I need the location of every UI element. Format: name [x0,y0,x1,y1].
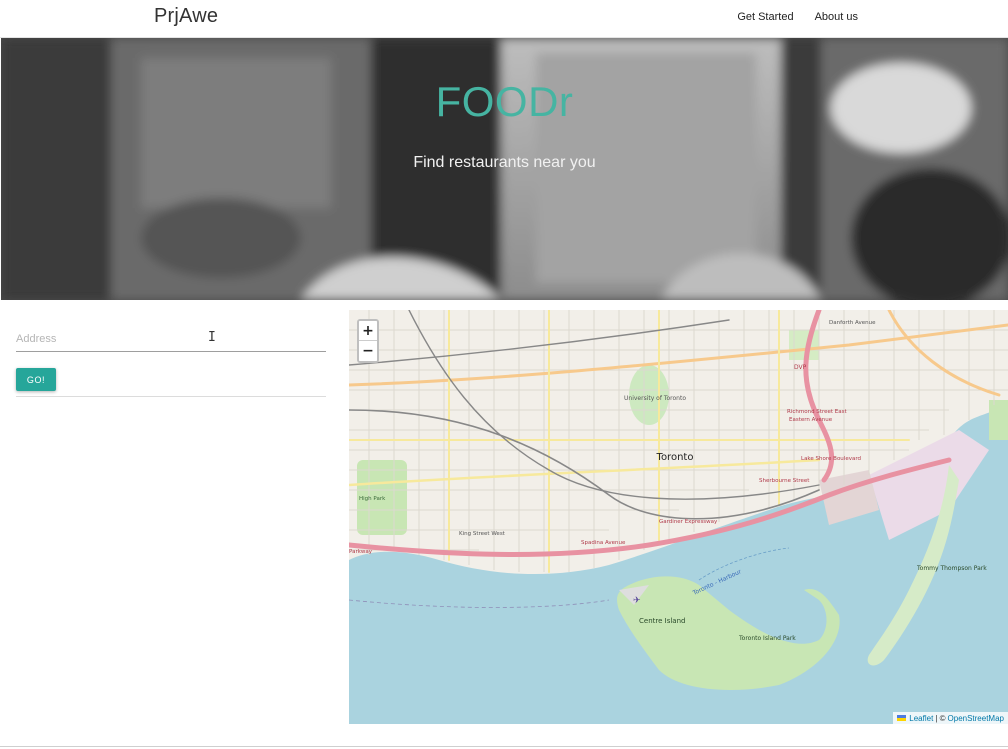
zoom-in-button[interactable]: + [359,321,377,341]
map-label-sherbourne: Sherbourne Street [759,478,810,484]
map-label-toronto: Toronto [656,452,694,463]
map-label-kingwest: King Street West [459,531,506,537]
map-label-university: University of Toronto [624,395,686,402]
map-label-harbour: Toronto - Harbour [691,568,743,597]
brand-logo[interactable]: PrjAwe [154,5,218,28]
map-label-tommy-thompson: Tommy Thompson Park [916,565,987,572]
map-attribution: Leaflet | © OpenStreetMap [893,712,1008,724]
navbar: PrjAwe Get Started About us [0,0,1008,38]
map-label-gardiner: Gardiner Expressway [659,519,718,525]
map-label-highpark: High Park [359,496,386,502]
leaflet-link[interactable]: Leaflet [909,714,933,723]
map-label-spadina: Spadina Avenue [581,540,626,546]
map-zoom-control: + − [357,319,379,363]
map-label-parkway: Parkway [349,549,373,555]
go-button[interactable]: GO! [16,368,56,391]
form-divider [16,396,326,397]
text-cursor-icon: I [208,330,216,345]
zoom-out-button[interactable]: − [359,341,377,361]
nav-links: Get Started About us [737,11,858,23]
openstreetmap-link[interactable]: OpenStreetMap [948,714,1004,723]
nav-about-us[interactable]: About us [815,11,858,23]
search-form: I GO! [16,318,326,397]
map-label-danforth: Danforth Avenue [829,320,876,326]
map-label-centre-island: Centre Island [639,617,685,625]
hero-subtitle: Find restaurants near you [413,154,596,171]
hero-banner: FOODr Find restaurants near you [1,38,1008,300]
attribution-separator: | © [935,713,946,723]
hero-title: FOODr [435,78,574,125]
page-bottom-border [0,746,1008,747]
map-view[interactable]: Toronto University of Toronto DVP Richmo… [349,310,1008,724]
address-input[interactable] [16,318,326,352]
nav-get-started[interactable]: Get Started [737,11,793,23]
map-label-island-park: Toronto Island Park [738,635,796,642]
map-label-dvp: DVP [794,364,807,371]
airport-icon: ✈ [633,596,641,606]
map-label-richmond: Richmond Street East [787,409,847,415]
map-tiles[interactable]: Toronto University of Toronto DVP Richmo… [349,310,1008,724]
ukraine-flag-icon [897,715,907,721]
map-label-eastern: Eastern Avenue [789,417,833,423]
map-label-lakeshore: Lake Shore Boulevard [801,456,861,462]
